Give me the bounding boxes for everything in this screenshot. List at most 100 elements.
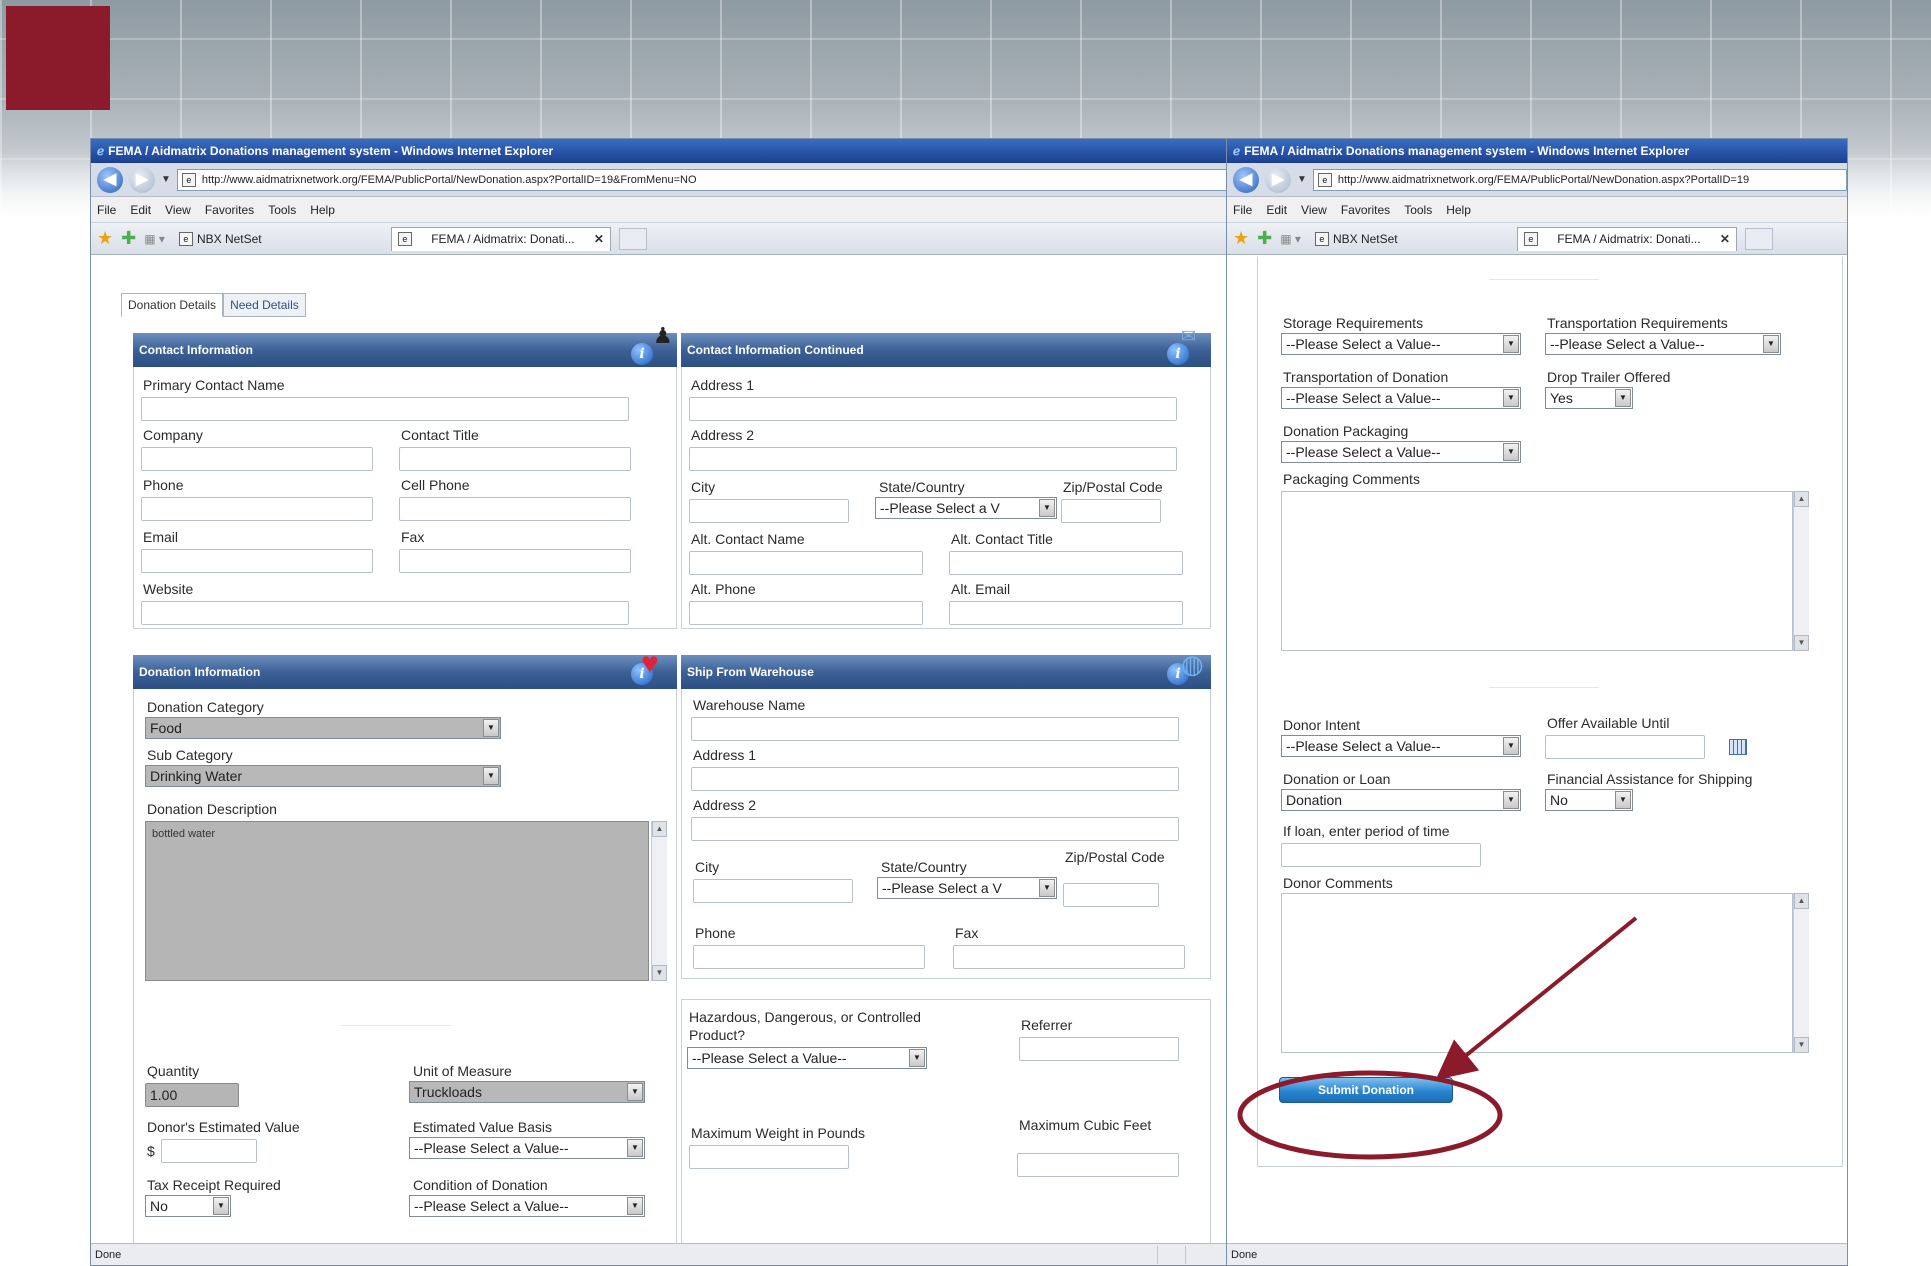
donation-or-loan-select[interactable]: Donation ▼ xyxy=(1281,789,1521,811)
warehouse-address-1-input[interactable] xyxy=(691,767,1179,791)
menu-help[interactable]: Help xyxy=(1446,203,1471,217)
fax-input[interactable] xyxy=(399,549,631,573)
scroll-up-icon[interactable]: ▲ xyxy=(1794,893,1809,909)
tab-list-icon[interactable]: ▦ ▾ xyxy=(144,232,165,246)
cell-phone-input[interactable] xyxy=(399,497,631,521)
scroll-up-icon[interactable]: ▲ xyxy=(1794,491,1809,507)
donor-comments-textarea[interactable] xyxy=(1281,893,1793,1053)
tab-nbx-netset[interactable]: e NBX NetSet xyxy=(173,227,383,251)
menu-file[interactable]: File xyxy=(97,203,116,217)
tab-fema-active[interactable]: e FEMA / Aidmatrix: Donati... ✕ xyxy=(1516,226,1737,251)
contact-title-input[interactable] xyxy=(399,447,631,471)
scrollbar[interactable]: ▲ ▼ xyxy=(1793,893,1809,1053)
forward-arrow-icon[interactable]: ▶ xyxy=(129,166,155,193)
scrollbar[interactable]: ▲ ▼ xyxy=(651,821,667,981)
sub-category-select[interactable]: Drinking Water ▼ xyxy=(145,765,501,787)
quantity-input[interactable]: 1.00 xyxy=(145,1083,239,1107)
back-arrow-icon[interactable]: ◀ xyxy=(1233,166,1259,193)
transportation-requirements-select[interactable]: --Please Select a Value-- ▼ xyxy=(1545,333,1781,355)
financial-assistance-select[interactable]: No ▼ xyxy=(1545,789,1633,811)
website-input[interactable] xyxy=(141,601,629,625)
tab-donation-details[interactable]: Donation Details xyxy=(121,293,224,317)
submit-donation-button[interactable]: Submit Donation xyxy=(1279,1077,1453,1103)
scroll-down-icon[interactable]: ▼ xyxy=(1794,635,1809,651)
max-weight-input[interactable] xyxy=(689,1145,849,1169)
info-icon[interactable]: i xyxy=(1167,343,1189,365)
transportation-of-donation-select[interactable]: --Please Select a Value-- ▼ xyxy=(1281,387,1521,409)
warehouse-fax-input[interactable] xyxy=(953,945,1185,969)
loan-period-input[interactable] xyxy=(1281,843,1481,867)
menu-favorites[interactable]: Favorites xyxy=(1341,203,1390,217)
menu-file[interactable]: File xyxy=(1233,203,1252,217)
calendar-icon[interactable] xyxy=(1729,739,1747,755)
city-input[interactable] xyxy=(689,499,849,523)
zip-input[interactable] xyxy=(1061,499,1161,523)
scroll-down-icon[interactable]: ▼ xyxy=(652,965,667,981)
donor-intent-select[interactable]: --Please Select a Value-- ▼ xyxy=(1281,735,1521,757)
unit-of-measure-select[interactable]: Truckloads ▼ xyxy=(409,1081,645,1103)
history-dropdown-icon[interactable]: ▼ xyxy=(161,174,171,185)
menu-view[interactable]: View xyxy=(1301,203,1327,217)
scrollbar[interactable]: ▲ ▼ xyxy=(1793,491,1809,651)
hazardous-select[interactable]: --Please Select a Value-- ▼ xyxy=(687,1047,927,1069)
alt-phone-input[interactable] xyxy=(689,601,923,625)
warehouse-state-select[interactable]: --Please Select a V ▼ xyxy=(877,877,1057,899)
alt-email-input[interactable] xyxy=(949,601,1183,625)
alt-contact-title-input[interactable] xyxy=(949,551,1183,575)
donation-packaging-select[interactable]: --Please Select a Value-- ▼ xyxy=(1281,441,1521,463)
estimated-value-basis-select[interactable]: --Please Select a Value-- ▼ xyxy=(409,1137,645,1159)
company-input[interactable] xyxy=(141,447,373,471)
referrer-input[interactable] xyxy=(1019,1037,1179,1061)
drop-trailer-select[interactable]: Yes ▼ xyxy=(1545,387,1633,409)
tab-list-icon[interactable]: ▦ ▾ xyxy=(1280,232,1301,246)
primary-contact-name-input[interactable] xyxy=(141,397,629,421)
storage-requirements-select[interactable]: --Please Select a Value-- ▼ xyxy=(1281,333,1521,355)
menu-favorites[interactable]: Favorites xyxy=(205,203,254,217)
menu-tools[interactable]: Tools xyxy=(268,203,296,217)
tab-nbx-netset[interactable]: e NBX NetSet xyxy=(1309,227,1509,251)
info-icon[interactable]: i xyxy=(631,343,653,365)
add-favorite-icon[interactable]: ✚ xyxy=(1257,228,1272,249)
address-1-input[interactable] xyxy=(689,397,1177,421)
state-country-select[interactable]: --Please Select a V ▼ xyxy=(875,497,1057,519)
warehouse-name-input[interactable] xyxy=(691,717,1179,741)
menu-tools[interactable]: Tools xyxy=(1404,203,1432,217)
back-arrow-icon[interactable]: ◀ xyxy=(97,166,123,193)
offer-available-until-input[interactable] xyxy=(1545,735,1705,759)
url-field[interactable]: e http://www.aidmatrixnetwork.org/FEMA/Pu… xyxy=(176,168,1227,191)
condition-select[interactable]: --Please Select a Value-- ▼ xyxy=(409,1195,645,1217)
favorites-star-icon[interactable]: ★ xyxy=(97,228,113,249)
scroll-down-icon[interactable]: ▼ xyxy=(1794,1037,1809,1053)
warehouse-zip-input[interactable] xyxy=(1063,883,1159,907)
tab-fema-active[interactable]: e FEMA / Aidmatrix: Donati... ✕ xyxy=(390,226,611,251)
close-tab-icon[interactable]: ✕ xyxy=(594,232,604,246)
estimated-value-input[interactable] xyxy=(161,1139,257,1163)
donation-category-select[interactable]: Food ▼ xyxy=(145,717,501,739)
tax-receipt-select[interactable]: No ▼ xyxy=(145,1195,231,1217)
max-cubic-feet-input[interactable] xyxy=(1017,1153,1179,1177)
close-tab-icon[interactable]: ✕ xyxy=(1720,232,1730,246)
warehouse-phone-input[interactable] xyxy=(693,945,925,969)
favorites-star-icon[interactable]: ★ xyxy=(1233,228,1249,249)
alt-contact-name-input[interactable] xyxy=(689,551,923,575)
scroll-up-icon[interactable]: ▲ xyxy=(652,821,667,837)
add-favorite-icon[interactable]: ✚ xyxy=(121,228,136,249)
history-dropdown-icon[interactable]: ▼ xyxy=(1297,174,1307,185)
menu-edit[interactable]: Edit xyxy=(1266,203,1287,217)
menu-edit[interactable]: Edit xyxy=(130,203,151,217)
donation-description-textarea[interactable]: bottled water xyxy=(145,821,649,981)
chevron-down-icon: ▼ xyxy=(1503,791,1519,809)
url-field[interactable]: e http://www.aidmatrixnetwork.org/FEMA/Pu… xyxy=(1312,168,1847,191)
menu-view[interactable]: View xyxy=(165,203,191,217)
forward-arrow-icon[interactable]: ▶ xyxy=(1265,166,1291,193)
warehouse-city-input[interactable] xyxy=(693,879,853,903)
new-tab-button[interactable] xyxy=(618,227,647,250)
phone-input[interactable] xyxy=(141,497,373,521)
email-input[interactable] xyxy=(141,549,373,573)
warehouse-address-2-input[interactable] xyxy=(691,817,1179,841)
menu-help[interactable]: Help xyxy=(310,203,335,217)
address-2-input[interactable] xyxy=(689,447,1177,471)
new-tab-button[interactable] xyxy=(1744,227,1773,250)
tab-need-details[interactable]: Need Details xyxy=(223,293,306,317)
packaging-comments-textarea[interactable] xyxy=(1281,491,1793,651)
